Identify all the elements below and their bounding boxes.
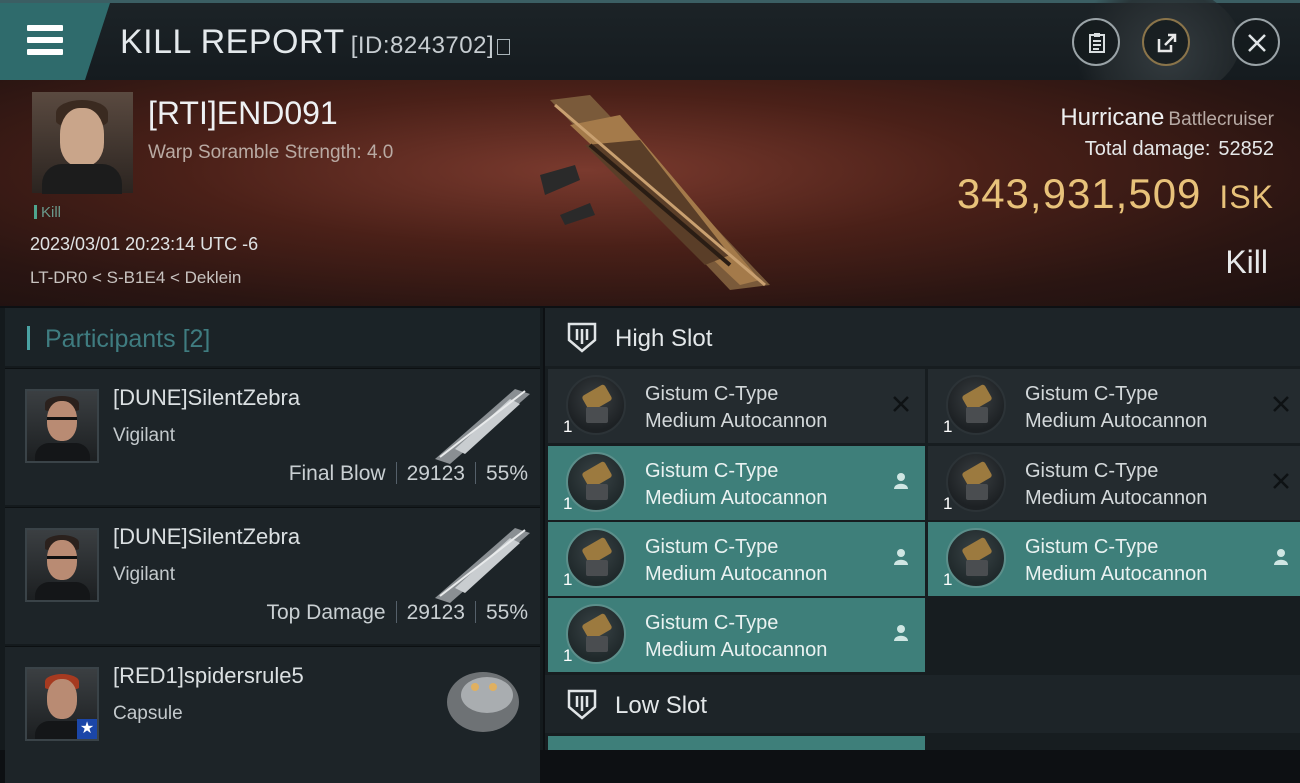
autocannon-icon <box>566 604 626 664</box>
total-damage: Total damage: 52852 <box>1084 138 1274 160</box>
participant-name[interactable]: [RED1]spidersrule5 <box>113 663 304 689</box>
kill-result: Kill <box>1225 244 1268 280</box>
top-bar: KILL REPORT [ID:8243702] <box>0 0 1300 103</box>
clipboard-button[interactable] <box>1072 18 1120 66</box>
avatar[interactable] <box>25 528 99 602</box>
dropped-person-icon <box>894 625 908 641</box>
participant-name[interactable]: [DUNE]SilentZebra <box>113 385 300 411</box>
victim-banner: [RTI]END091 Warp Soramble Strength: 4.0 … <box>0 80 1300 306</box>
clipboard-icon <box>1089 33 1105 53</box>
warp-scramble-strength: Warp Soramble Strength: 4.0 <box>148 142 394 163</box>
victim-name[interactable]: [RTI]END091 <box>148 95 338 132</box>
dropped-person-icon <box>1274 549 1288 565</box>
isk-value: 343,931,509 ISK <box>956 170 1274 217</box>
low-slot-icon <box>567 689 597 720</box>
dropped-person-icon <box>894 473 908 489</box>
copy-icon[interactable] <box>497 39 511 55</box>
destroyed-icon <box>893 396 909 412</box>
autocannon-icon <box>946 528 1006 588</box>
module-item[interactable]: 1 Gistum C-Type Medium Autocannon <box>548 369 925 443</box>
participant-ship-image <box>435 528 530 603</box>
low-slot-header: Low Slot <box>545 675 1300 733</box>
close-button[interactable] <box>1232 18 1280 66</box>
module-item[interactable]: 1 Gistum C-Type Medium Autocannon <box>928 369 1300 443</box>
victim-portrait[interactable] <box>32 92 133 194</box>
participants-panel: Participants [2] [DUNE]SilentZebra Vigil… <box>0 308 543 783</box>
victim-ship-name[interactable]: Hurricane Battlecruiser <box>1060 104 1274 132</box>
autocannon-icon <box>946 452 1006 512</box>
kill-location[interactable]: LT-DR0 < S-B1E4 < Deklein <box>30 268 241 288</box>
module-item-partial[interactable] <box>548 736 925 750</box>
module-item[interactable]: 1 Gistum C-Type Medium Autocannon <box>928 522 1300 596</box>
high-slot-header: High Slot <box>545 308 1300 366</box>
menu-button[interactable] <box>0 3 110 80</box>
participant-stats: Top Damage 29123 55% <box>266 601 528 624</box>
participant-row[interactable]: [DUNE]SilentZebra Vigilant Top Damage 291… <box>5 507 540 644</box>
close-icon <box>1248 34 1266 52</box>
menu-icon <box>27 25 63 31</box>
participant-ship: Capsule <box>113 703 183 724</box>
participant-ship: Vigilant <box>113 564 175 585</box>
autocannon-icon <box>946 375 1006 435</box>
star-icon: ★ <box>77 719 97 739</box>
destroyed-icon <box>1273 473 1289 489</box>
share-button[interactable] <box>1142 18 1190 66</box>
autocannon-icon <box>566 375 626 435</box>
kill-tag: Kill <box>34 204 61 221</box>
participant-row[interactable]: ★ [RED1]spidersrule5 Capsule <box>5 646 540 783</box>
participant-stats: Final Blow 29123 55% <box>288 462 528 485</box>
module-item[interactable]: 1 Gistum C-Type Medium Autocannon <box>548 446 925 520</box>
participants-header: Participants [2] <box>5 308 540 366</box>
autocannon-icon <box>566 452 626 512</box>
dropped-person-icon <box>894 549 908 565</box>
victim-ship-image <box>540 95 770 290</box>
report-id: [ID:8243702] <box>350 32 495 59</box>
autocannon-icon <box>566 528 626 588</box>
participant-row[interactable]: [DUNE]SilentZebra Vigilant Final Blow 291… <box>5 368 540 505</box>
page-title: KILL REPORT [ID:8243702] <box>120 23 511 62</box>
avatar[interactable]: ★ <box>25 667 99 741</box>
kill-datetime: 2023/03/01 20:23:14 UTC -6 <box>30 234 259 254</box>
module-item[interactable]: 1 Gistum C-Type Medium Autocannon <box>928 446 1300 520</box>
destroyed-icon <box>1273 396 1289 412</box>
participant-ship: Vigilant <box>113 425 175 446</box>
avatar[interactable] <box>25 389 99 463</box>
participant-name[interactable]: [DUNE]SilentZebra <box>113 524 300 550</box>
module-item[interactable]: 1 Gistum C-Type Medium Autocannon <box>548 598 925 672</box>
fitting-panel: High Slot 1 Gistum C-Type Medium Autocann… <box>545 308 1300 750</box>
high-slot-icon <box>567 322 597 353</box>
module-item[interactable]: 1 Gistum C-Type Medium Autocannon <box>548 522 925 596</box>
participant-ship-image <box>435 389 530 464</box>
capsule-image <box>447 672 519 732</box>
share-icon <box>1157 33 1177 53</box>
